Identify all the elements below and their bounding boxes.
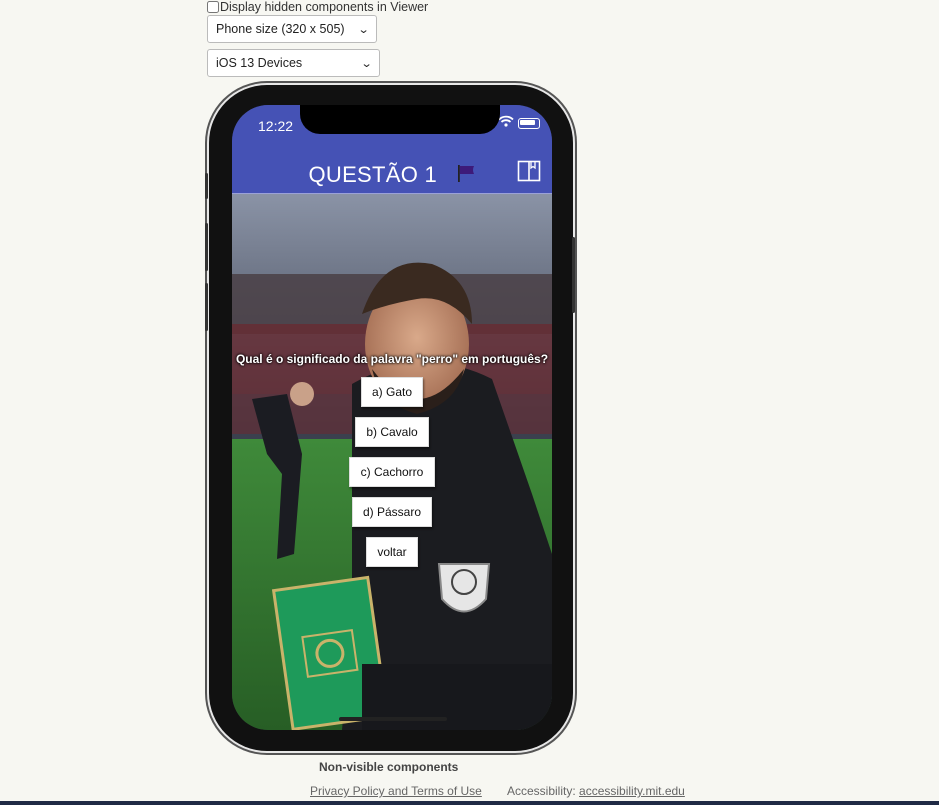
question-text: Qual é o significado da palavra "perro" … — [235, 352, 549, 366]
non-visible-components-label: Non-visible components — [319, 760, 459, 774]
phone-frame: 12:22 QUESTÃO 1 Qual é o significado da … — [205, 85, 575, 751]
flag-icon — [457, 165, 474, 182]
privacy-policy-link[interactable]: Privacy Policy and Terms of Use — [310, 784, 482, 798]
accessibility-link[interactable]: accessibility.mit.edu — [579, 784, 685, 798]
phone-mute-button — [205, 173, 208, 199]
hidden-components-toggle[interactable]: Display hidden components in Viewer — [207, 0, 428, 14]
chevron-down-icon: ⌄ — [357, 23, 370, 36]
home-indicator — [339, 717, 447, 721]
status-time: 12:22 — [258, 118, 294, 134]
phone-size-value: Phone size (320 x 505) — [216, 22, 345, 36]
phone-volume-down-button — [205, 283, 208, 331]
phone-power-button — [572, 237, 575, 313]
accessibility-prefix: Accessibility: — [507, 784, 576, 798]
battery-icon — [518, 118, 540, 129]
bottom-divider — [0, 801, 939, 805]
phone-volume-up-button — [205, 223, 208, 271]
answer-button-c[interactable]: c) Cachorro — [349, 457, 435, 487]
phone-screen: 12:22 QUESTÃO 1 Qual é o significado da … — [232, 105, 552, 730]
question-title: QUESTÃO 1 — [308, 162, 438, 187]
device-type-value: iOS 13 Devices — [216, 56, 303, 70]
app-titlebar: QUESTÃO 1 — [232, 155, 552, 194]
book-icon[interactable] — [517, 160, 541, 182]
accessibility-info: Accessibility: accessibility.mit.edu — [507, 784, 685, 798]
chevron-down-icon: ⌄ — [360, 57, 373, 70]
answer-button-d[interactable]: d) Pássaro — [352, 497, 432, 527]
answer-button-a[interactable]: a) Gato — [361, 377, 423, 407]
answer-button-b[interactable]: b) Cavalo — [355, 417, 429, 447]
device-type-select[interactable]: iOS 13 Devices ⌄ — [207, 49, 380, 77]
quiz-content: Qual é o significado da palavra "perro" … — [232, 194, 552, 730]
page-title: QUESTÃO 1 — [232, 162, 552, 188]
back-button[interactable]: voltar — [366, 537, 418, 567]
phone-size-select[interactable]: Phone size (320 x 505) ⌄ — [207, 15, 377, 43]
phone-notch — [300, 105, 500, 134]
wifi-icon — [498, 115, 514, 127]
hidden-components-label: Display hidden components in Viewer — [220, 0, 429, 14]
hidden-components-checkbox[interactable] — [207, 1, 219, 13]
